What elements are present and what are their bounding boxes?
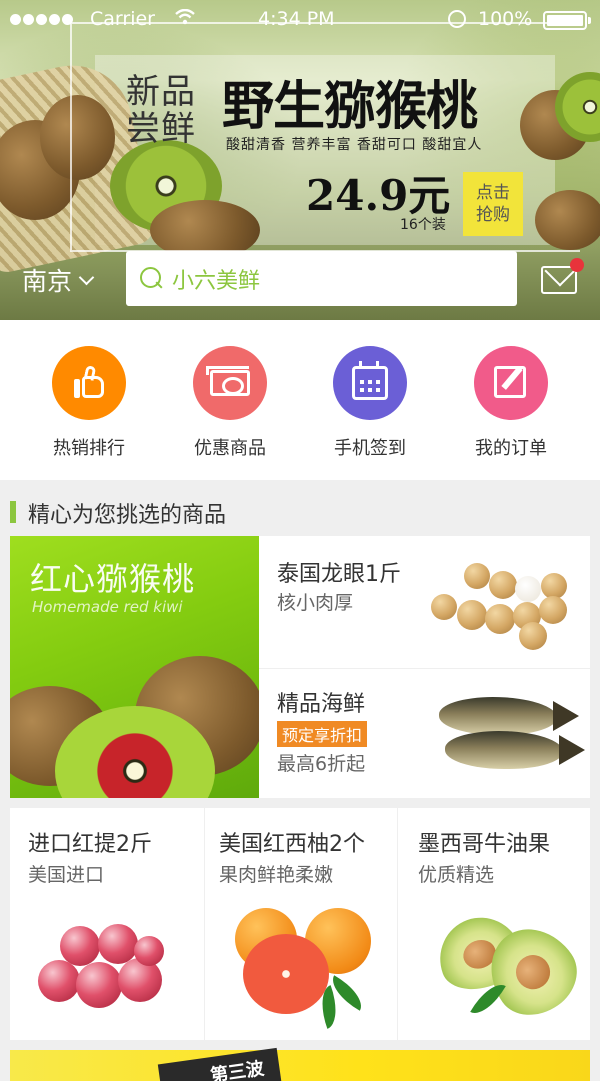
product-card-red-grapes[interactable]: 进口红提2斤 美国进口	[10, 808, 204, 1040]
product-card-avocado[interactable]: 墨西哥牛油果 优质精选	[398, 808, 590, 1040]
product-card-longan[interactable]: 泰国龙眼1斤 核小肉厚	[259, 536, 590, 668]
search-input[interactable]: 小六美鲜	[126, 251, 517, 306]
fish-image	[445, 731, 585, 769]
product-title: 泰国龙眼1斤	[277, 562, 401, 587]
product-subtitle: 果肉鲜艳柔嫩	[219, 864, 334, 886]
product-card-seafood[interactable]: 精品海鲜 预定享折扣 最高6折起	[259, 669, 590, 798]
banner-subtitle: 酸甜清香 营养丰富 香甜可口 酸甜宜人	[226, 137, 483, 153]
section-header: 精心为您挑选的商品	[0, 480, 600, 536]
product-title: 美国红西柚2个	[219, 832, 365, 857]
quick-menu: 热销排行 优惠商品 手机签到 我的订单	[0, 320, 600, 480]
featured-title: 红心猕猴桃	[30, 560, 196, 598]
banner-title: 野生猕猴桃	[222, 76, 478, 137]
city-selector[interactable]: 南京	[22, 262, 95, 298]
quick-item-hot[interactable]: 热销排行	[19, 346, 159, 460]
product-card-red-kiwi[interactable]: 红心猕猴桃 Homemade red kiwi	[10, 536, 259, 798]
carrier-name: Carrier	[90, 8, 155, 30]
longan-image	[519, 622, 547, 650]
orientation-lock-icon	[448, 10, 466, 28]
quick-item-label: 优惠商品	[194, 438, 266, 459]
quick-item-checkin[interactable]: 手机签到	[300, 346, 440, 460]
signal-strength-icon	[10, 8, 75, 30]
product-card-grapefruit[interactable]: 美国红西柚2个 果肉鲜艳柔嫩	[205, 808, 397, 1040]
promo-banner[interactable]: 第三波	[10, 1047, 590, 1081]
calendar-icon	[333, 346, 407, 420]
product-subtitle: 最高6折起	[277, 753, 366, 775]
product-subtitle: 优质精选	[418, 864, 495, 886]
grape-image	[98, 924, 138, 964]
product-title: 精品海鲜	[277, 692, 366, 717]
status-time: 4:34 PM	[258, 8, 335, 30]
chevron-down-icon	[78, 269, 95, 285]
longan-image	[539, 596, 567, 624]
quick-item-label: 手机签到	[334, 438, 406, 459]
longan-image	[485, 604, 515, 634]
coupon-icon	[193, 346, 267, 420]
edit-icon	[474, 346, 548, 420]
grape-image	[134, 936, 164, 966]
thumbs-up-icon	[52, 346, 126, 420]
banner-count: 16个装	[400, 217, 446, 233]
battery-percent: 100%	[478, 8, 533, 30]
quick-item-discount[interactable]: 优惠商品	[160, 346, 300, 460]
grape-image	[118, 958, 162, 1002]
longan-image	[464, 563, 490, 589]
banner-new-tag: 新品 尝鲜	[126, 72, 196, 149]
product-title: 墨西哥牛油果	[418, 832, 551, 857]
product-subtitle: 核小肉厚	[277, 592, 354, 614]
longan-image	[457, 600, 487, 630]
grape-image	[60, 926, 100, 966]
product-title: 进口红提2斤	[28, 832, 152, 857]
grape-image	[76, 962, 122, 1008]
search-placeholder: 小六美鲜	[172, 268, 261, 294]
longan-image	[515, 576, 541, 602]
notification-dot	[570, 258, 584, 272]
status-bar: Carrier 4:34 PM 100%	[0, 0, 600, 40]
battery-icon	[543, 11, 591, 30]
quick-item-orders[interactable]: 我的订单	[441, 346, 581, 460]
longan-image	[489, 571, 517, 599]
quick-item-label: 我的订单	[475, 438, 547, 459]
discount-tag: 预定享折扣	[277, 721, 368, 747]
longan-image	[431, 594, 457, 620]
section-title: 精心为您挑选的商品	[28, 503, 227, 528]
grapefruit-half-image	[243, 934, 329, 1014]
city-label: 南京	[22, 267, 73, 296]
grape-image	[38, 960, 80, 1002]
featured-subtitle: Homemade red kiwi	[32, 598, 183, 616]
search-icon	[140, 266, 164, 291]
buy-now-button[interactable]: 点击 抢购	[463, 172, 523, 236]
fish-image	[439, 697, 579, 735]
product-subtitle: 美国进口	[28, 864, 105, 886]
section-accent-bar	[10, 501, 16, 523]
wifi-icon	[175, 8, 195, 30]
quick-item-label: 热销排行	[53, 438, 125, 459]
